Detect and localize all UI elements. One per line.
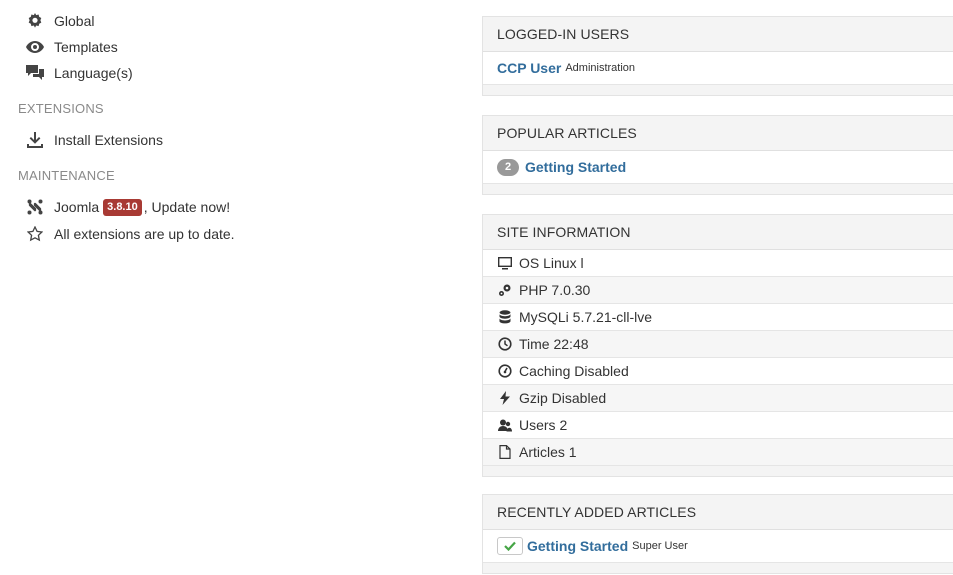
site-info-time: Time 22:48 (483, 331, 953, 358)
comments-icon (26, 64, 44, 82)
panel-footer (483, 85, 953, 95)
panel-footer (483, 563, 953, 573)
published-toggle[interactable] (497, 537, 523, 555)
recently-added-articles-panel: RECENTLY ADDED ARTICLES Getting Started … (482, 494, 953, 574)
check-icon (504, 541, 516, 551)
popular-articles-panel: POPULAR ARTICLES 2 Getting Started (482, 115, 953, 195)
site-info-list: OS Linux l PHP 7.0.30 MySQLi 5.7.21-cll-… (483, 250, 953, 466)
site-info-os: OS Linux l (483, 250, 953, 277)
site-info-database: MySQLi 5.7.21-cll-lve (483, 304, 953, 331)
php-cogs-icon (497, 282, 513, 298)
version-badge: 3.8.10 (103, 198, 142, 216)
sidebar-item-global[interactable]: Global (26, 11, 94, 31)
sidebar-item-label: Templates (54, 39, 118, 55)
site-info-text: Articles 1 (519, 444, 577, 460)
hits-badge: 2 (497, 158, 519, 176)
site-info-caching: Caching Disabled (483, 358, 953, 385)
article-link[interactable]: Getting Started (525, 159, 626, 175)
download-icon (26, 131, 44, 149)
user-area: Administration (565, 62, 636, 74)
panel-footer (483, 184, 953, 194)
eye-icon (26, 38, 44, 56)
site-info-text: Time 22:48 (519, 336, 589, 352)
list-item: 2 Getting Started (483, 151, 953, 184)
panel-title: RECENTLY ADDED ARTICLES (483, 495, 953, 530)
site-info-text: Caching Disabled (519, 363, 629, 379)
panel-title: POPULAR ARTICLES (483, 116, 953, 151)
site-info-text: Gzip Disabled (519, 390, 607, 406)
panel-title: LOGGED-IN USERS (483, 17, 953, 52)
sidebar-item-templates[interactable]: Templates (26, 37, 118, 57)
sidebar-item-label: Install Extensions (54, 132, 163, 148)
site-info-articles: Articles 1 (483, 439, 953, 466)
maintenance-heading: MAINTENANCE (18, 168, 115, 183)
dashboard-icon (497, 363, 513, 379)
joomla-label: Joomla (54, 199, 100, 215)
sidebar-item-label: Language(s) (54, 65, 133, 81)
gear-icon (26, 12, 44, 30)
monitor-icon (497, 255, 513, 271)
site-info-text: PHP 7.0.30 (519, 282, 591, 298)
site-info-php: PHP 7.0.30 (483, 277, 953, 304)
clock-icon (497, 336, 513, 352)
extensions-heading: EXTENSIONS (18, 101, 104, 116)
lightning-icon (497, 390, 513, 406)
users-icon (497, 417, 513, 433)
site-info-text: OS Linux l (519, 255, 584, 271)
site-info-users: Users 2 (483, 412, 953, 439)
sidebar-item-install-extensions[interactable]: Install Extensions (26, 130, 163, 150)
site-info-text: Users 2 (519, 417, 568, 433)
sidebar-item-label: Global (54, 13, 95, 29)
list-item: CCP User Administration (483, 52, 953, 85)
sidebar-item-languages[interactable]: Language(s) (26, 63, 133, 83)
site-info-text: MySQLi 5.7.21-cll-lve (519, 309, 653, 325)
file-icon (497, 444, 513, 460)
extensions-status-text: All extensions are up to date. (54, 226, 235, 242)
database-icon (497, 309, 513, 325)
sidebar-item-joomla-update[interactable]: Joomla 3.8.10 , Update now! (26, 197, 230, 217)
site-information-panel: SITE INFORMATION OS Linux l PHP 7.0.30 M… (482, 214, 953, 477)
article-link[interactable]: Getting Started (527, 538, 628, 554)
panel-footer (483, 466, 953, 476)
user-name-link[interactable]: CCP User (497, 60, 561, 76)
site-info-gzip: Gzip Disabled (483, 385, 953, 412)
update-now-text: , Update now! (143, 199, 231, 215)
star-icon (26, 225, 44, 243)
list-item: Getting Started Super User (483, 530, 953, 563)
logged-in-users-panel: LOGGED-IN USERS CCP User Administration (482, 16, 953, 96)
panel-title: SITE INFORMATION (483, 215, 953, 250)
joomla-icon (26, 198, 44, 216)
sidebar-item-extensions-status[interactable]: All extensions are up to date. (26, 224, 235, 244)
article-author: Super User (632, 540, 688, 552)
